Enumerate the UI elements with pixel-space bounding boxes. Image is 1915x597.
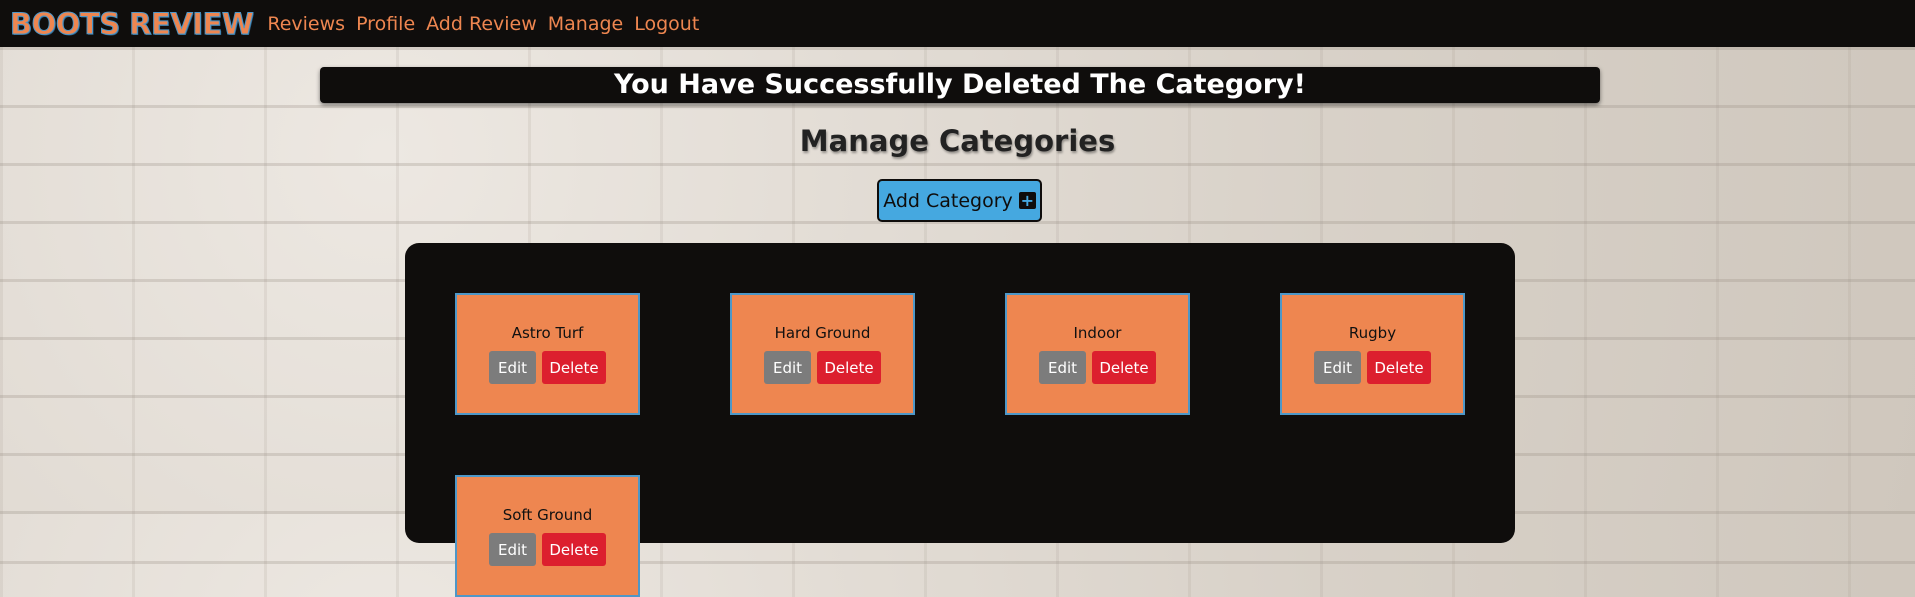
plus-square-icon: +	[1018, 191, 1036, 210]
page-title: Manage Categories	[799, 124, 1116, 158]
category-card: Hard Ground Edit Delete	[730, 293, 915, 415]
success-alert: You Have Successfully Deleted The Catego…	[320, 67, 1600, 103]
category-card: Astro Turf Edit Delete	[455, 293, 640, 415]
category-name: Astro Turf	[511, 324, 584, 342]
delete-button[interactable]: Delete	[542, 351, 606, 384]
nav-link-profile[interactable]: Profile	[356, 13, 415, 35]
category-name: Rugby	[1348, 324, 1397, 342]
delete-button[interactable]: Delete	[1092, 351, 1156, 384]
category-card: Rugby Edit Delete	[1280, 293, 1465, 415]
add-category-label: Add Category	[883, 189, 1013, 212]
brand-logo[interactable]: BOOTS REVIEW	[9, 6, 254, 41]
delete-button[interactable]: Delete	[542, 533, 606, 566]
nav-link-manage[interactable]: Manage	[548, 13, 623, 35]
edit-button[interactable]: Edit	[489, 533, 536, 566]
categories-panel: Astro Turf Edit Delete Hard Ground Edit …	[405, 243, 1515, 597]
add-category-button[interactable]: Add Category +	[877, 179, 1042, 222]
edit-button[interactable]: Edit	[1039, 351, 1086, 384]
delete-button[interactable]: Delete	[817, 351, 881, 384]
category-card: Indoor Edit Delete	[1005, 293, 1190, 415]
nav-link-reviews[interactable]: Reviews	[267, 13, 345, 35]
nav-link-add-review[interactable]: Add Review	[426, 13, 537, 35]
nav-link-logout[interactable]: Logout	[634, 13, 699, 35]
navbar: BOOTS REVIEW Reviews Profile Add Review …	[0, 0, 1915, 47]
category-card: Soft Ground Edit Delete	[455, 475, 640, 597]
category-name: Indoor	[1073, 324, 1122, 342]
category-name: Hard Ground	[774, 324, 871, 342]
edit-button[interactable]: Edit	[764, 351, 811, 384]
edit-button[interactable]: Edit	[489, 351, 536, 384]
delete-button[interactable]: Delete	[1367, 351, 1431, 384]
edit-button[interactable]: Edit	[1314, 351, 1361, 384]
category-name: Soft Ground	[502, 506, 593, 524]
